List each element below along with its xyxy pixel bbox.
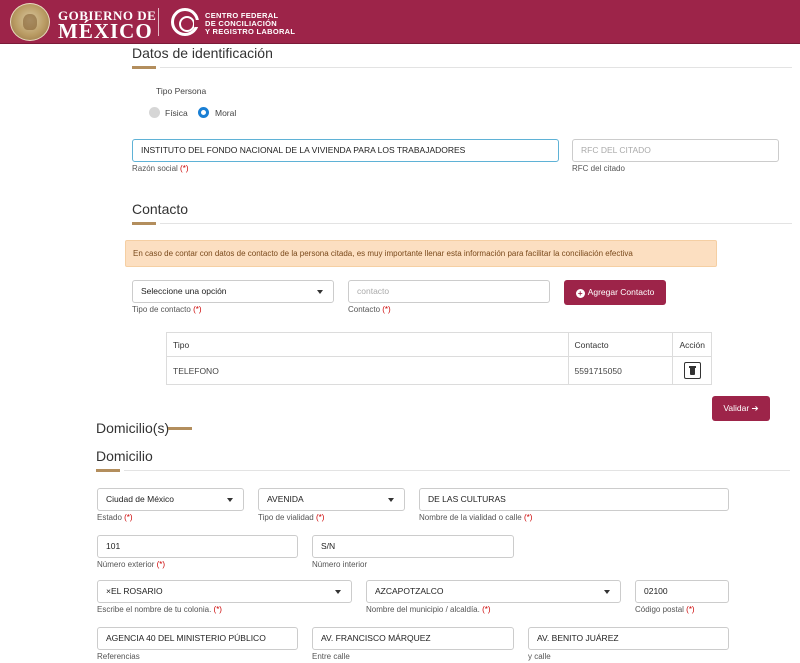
cell-tipo: TELEFONO [166,356,569,385]
cell-contacto: 5591715050 [567,356,674,385]
razon-social-label: Razón social (*) [132,164,189,173]
codigo-postal-label: Código postal (*) [635,605,695,614]
y-calle-input[interactable]: AV. BENITO JUÁREZ [528,627,729,650]
colonia-label: Escribe el nombre de tu colonia. (*) [97,605,222,614]
colonia-select[interactable]: ×EL ROSARIO [97,580,352,603]
rfc-label: RFC del citado [572,164,625,173]
contacts-table: Tipo Contacto Acción TELEFONO 5591715050 [166,332,712,385]
tipo-contacto-label: Tipo de contacto (*) [132,305,202,314]
coat-of-arms-logo [10,3,50,41]
radio-fisica-label[interactable]: Física [165,108,188,118]
numero-exterior-label: Número exterior (*) [97,560,166,569]
section-rule [160,67,792,68]
numero-interior-input[interactable]: S/N [312,535,514,558]
razon-social-input[interactable]: INSTITUTO DEL FONDO NACIONAL DE LA VIVIE… [132,139,559,162]
arrow-right-icon: ➔ [751,403,759,413]
section-underline [132,222,156,225]
referencias-input[interactable]: AGENCIA 40 DEL MINISTERIO PÚBLICO [97,627,298,650]
section-rule [124,470,790,471]
tipo-persona-label: Tipo Persona [156,86,207,96]
tipo-contacto-select[interactable]: Seleccione una opción [132,280,334,303]
section-underline [96,469,120,472]
radio-fisica[interactable] [149,107,160,118]
trash-icon[interactable] [683,362,701,379]
table-row: TELEFONO 5591715050 [166,356,712,385]
col-header-tipo: Tipo [166,332,569,357]
cfcrl-logo-icon [171,8,201,36]
entre-calle-label: Entre calle [312,652,350,661]
add-contact-button[interactable]: + Agregar Contacto [564,280,666,305]
plus-circle-icon: + [575,289,585,298]
codigo-postal-input[interactable]: 02100 [635,580,729,603]
section-title-contacto: Contacto [132,201,189,217]
numero-exterior-input[interactable]: 101 [97,535,298,558]
gov-logo-line2: MÉXICO [58,19,153,43]
referencias-label: Referencias [97,652,140,661]
estado-select[interactable]: Ciudad de México [97,488,244,511]
municipio-select[interactable]: AZCAPOTZALCO [366,580,621,603]
header-divider [158,8,159,36]
calle-label: Nombre de la vialidad o calle (*) [419,513,533,522]
section-rule [160,223,792,224]
col-header-contacto: Contacto [567,332,674,357]
y-calle-label: y calle [528,652,551,661]
contacto-label: Contacto (*) [348,305,391,314]
section-title-identificacion: Datos de identificación [132,45,273,61]
cell-accion [672,356,712,385]
col-header-accion: Acción [672,332,712,357]
org-name-line3: Y REGISTRO LABORAL [205,27,296,36]
validar-button[interactable]: Validar ➔ [712,396,770,421]
section-underline [132,66,156,69]
section-title-domicilio: Domicilio [96,448,153,464]
estado-label: Estado (*) [97,513,133,522]
radio-moral[interactable] [198,107,209,118]
tipo-vialidad-label: Tipo de vialidad (*) [258,513,325,522]
site-header: GOBIERNO DE MÉXICO CENTRO FEDERAL DE CON… [0,0,800,44]
tipo-vialidad-select[interactable]: AVENIDA [258,488,405,511]
radio-moral-label[interactable]: Moral [215,108,236,118]
contacto-input[interactable]: contacto [348,280,550,303]
rfc-input[interactable]: RFC DEL CITADO [572,139,779,162]
section-title-domicilios: Domicilio(s) [96,420,170,436]
validar-button-label: Validar [723,403,750,413]
entre-calle-input[interactable]: AV. FRANCISCO MÁRQUEZ [312,627,514,650]
municipio-label: Nombre del municipio / alcaldía. (*) [366,605,491,614]
numero-interior-label: Número interior [312,560,368,569]
section-underline [168,427,192,430]
calle-input[interactable]: DE LAS CULTURAS [419,488,729,511]
contact-info-alert: En caso de contar con datos de contacto … [125,240,717,267]
add-contact-button-label: Agregar Contacto [587,287,655,297]
table-header-row: Tipo Contacto Acción [166,332,712,357]
